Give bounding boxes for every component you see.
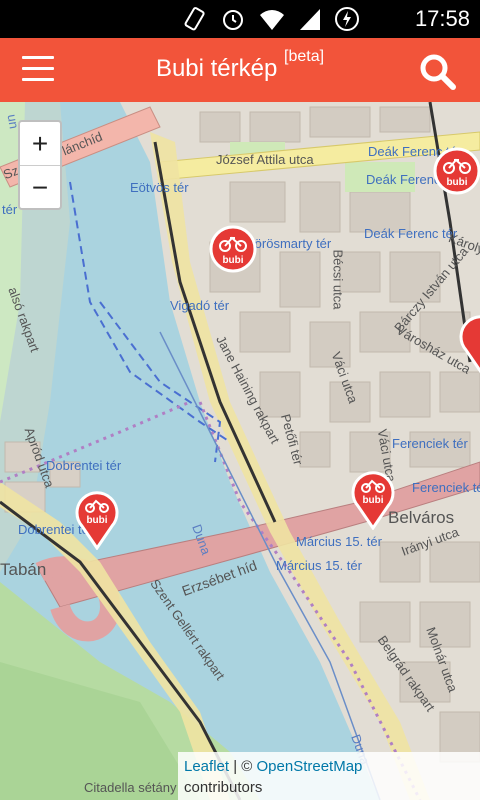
label-jozsef-attila: József Attila utca: [216, 152, 314, 167]
app-title: Bubi térkép: [155, 55, 278, 82]
app-bar: Bubi térkép [beta]: [0, 38, 480, 102]
search-icon: [420, 54, 456, 90]
zoom-in-button[interactable]: +: [20, 122, 60, 166]
label-dobrentei-1: Dobrentei tér: [46, 458, 122, 473]
bubi-marker-label: bubi: [86, 515, 107, 526]
attribution-separator: | ©: [229, 758, 257, 775]
page-title: Bubi térkép [beta]: [0, 48, 480, 83]
attribution-contributors: contributors: [184, 779, 263, 796]
bubi-station-pin[interactable]: bubi: [348, 468, 398, 530]
label-ter: tér: [2, 202, 18, 217]
bubi-marker-label: bubi: [446, 177, 467, 188]
label-deak-ferenc-ter-3: Deák Ferenc tér: [364, 226, 458, 241]
label-ferenciek-ter-1: Ferenciek tér: [392, 436, 468, 451]
status-icons: [182, 6, 360, 32]
label-citadella: Citadella sétány: [84, 780, 177, 795]
label-marcius-1: Március 15. tér: [296, 534, 382, 549]
bubi-station-marker[interactable]: bubi: [208, 224, 258, 274]
label-eotvos-ter: Eötvös tér: [130, 180, 189, 195]
search-button[interactable]: [418, 52, 458, 92]
map[interactable]: Széchenyi lánchíd József Attila utca Deá…: [0, 102, 480, 800]
map-attribution: Leaflet | © OpenStreetMap contributors: [178, 752, 480, 800]
alarm-icon: [220, 6, 246, 32]
clock: 17:58: [414, 6, 470, 31]
bubi-station-marker[interactable]: bubi: [432, 146, 480, 196]
bubi-station-pin[interactable]: [456, 312, 480, 374]
beta-badge: [beta]: [284, 48, 325, 65]
label-marcius-2: Március 15. tér: [276, 558, 362, 573]
label-vigado-ter: Vigadó tér: [170, 298, 230, 313]
status-bar: 17:58: [0, 0, 480, 38]
label-taban: Tabán: [0, 560, 47, 579]
label-ferenciek-ter-2: Ferenciek tér: [412, 480, 480, 495]
label-becsi-utca: Bécsi utca: [330, 249, 346, 310]
leaflet-link[interactable]: Leaflet: [184, 758, 229, 775]
zoom-out-button[interactable]: −: [20, 166, 60, 209]
bubi-marker-label: bubi: [222, 255, 243, 266]
label-vorosmarty-ter: Vörösmarty tér: [246, 236, 332, 251]
rotate-icon: [182, 6, 208, 32]
wifi-icon: [258, 6, 286, 32]
battery-charging-icon: [334, 6, 360, 32]
openstreetmap-link[interactable]: OpenStreetMap: [257, 758, 363, 775]
bubi-marker-label: bubi: [362, 495, 383, 506]
map-tiles: [0, 102, 480, 800]
zoom-control: + −: [18, 120, 62, 210]
bubi-station-pin[interactable]: bubi: [72, 488, 122, 550]
signal-icon: [298, 6, 322, 32]
